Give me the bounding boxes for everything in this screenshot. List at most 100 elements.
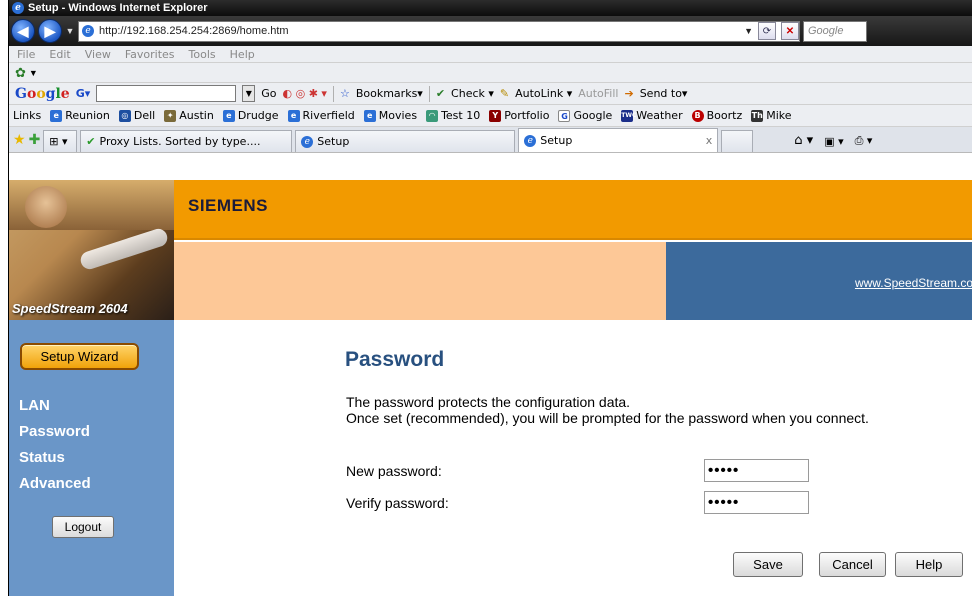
link-test10[interactable]: ◠ Test 10 (426, 109, 480, 122)
brand-name: SIEMENS (188, 196, 269, 215)
spellcheck-icon: ✔ (435, 87, 446, 100)
print-icon[interactable]: ⎙ ▾ (855, 134, 873, 148)
menu-tools[interactable]: Tools (189, 48, 216, 61)
brand-bar: SIEMENS (174, 180, 972, 240)
tab-setup-2[interactable]: e Setup x (518, 128, 719, 152)
google-search-dropdown-icon[interactable]: ▼ (242, 85, 256, 102)
links-bar: Links e Reunion ◎ Dell ✦ Austin e Drudge e Ri… (9, 105, 972, 127)
setup-wizard-button[interactable]: Setup Wizard (20, 343, 139, 370)
google-logo: Google (15, 85, 70, 102)
main-content: Password The password protects the confi… (174, 320, 972, 596)
bookmarks-button[interactable]: Bookmarks▾ (356, 87, 423, 100)
tab-ie-icon: e (524, 134, 537, 147)
ie-icon: e (12, 2, 24, 14)
product-name: SpeedStream 2604 (12, 301, 128, 316)
new-password-label: New password: (346, 463, 442, 479)
link-movies[interactable]: e Movies (363, 109, 417, 122)
check-icon: ✔ (86, 135, 96, 148)
speedstream-site-link[interactable]: www.SpeedStream.com (855, 276, 972, 290)
header-band-link-area: www.SpeedStream.com (666, 242, 972, 320)
address-url: http://192.168.254.254:2869/home.htm (99, 25, 289, 37)
menu-help[interactable]: Help (230, 48, 255, 61)
menu-favorites[interactable]: Favorites (125, 48, 175, 61)
description-line: Once set (recommended), you will be prom… (346, 410, 869, 426)
page-title: Password (345, 348, 445, 371)
sidebar-item-password[interactable]: Password (19, 423, 90, 440)
tab-setup-1[interactable]: e Setup (295, 130, 516, 152)
tabs-bar: ★ ✚ ⊞ ▾ ✔ Proxy Lists. Sorted by type...… (9, 127, 972, 153)
logo-person (25, 186, 67, 228)
toolbar-icons[interactable]: ◐ ◎ ✱ ▾ (283, 87, 327, 100)
logout-button[interactable]: Logout (52, 516, 114, 538)
link-reunion[interactable]: e Reunion (50, 109, 110, 122)
history-dropdown-icon[interactable]: ▼ (65, 26, 75, 36)
sidebar-item-status[interactable]: Status (19, 449, 65, 466)
feeds-icon[interactable]: ✿ (15, 65, 26, 81)
command-row: ✿ ▼ (9, 63, 972, 83)
google-g-icon[interactable]: G▾ (76, 87, 91, 100)
feeds-dropdown-icon[interactable]: ▼ (29, 68, 38, 78)
help-button[interactable]: Help (895, 552, 963, 577)
title-bar: e Setup - Windows Internet Explorer (9, 0, 972, 16)
add-favorite-icon[interactable]: ✚ (29, 132, 41, 148)
link-dell[interactable]: ◎ Dell (118, 109, 155, 122)
google-search-input[interactable] (96, 85, 237, 102)
page-icon: e (82, 25, 94, 37)
feed-icon[interactable]: ▣ ▾ (824, 135, 843, 148)
new-password-field[interactable]: ••••• (704, 459, 809, 482)
toolbar-separator (332, 85, 334, 102)
sidebar: Setup Wizard LAN Password Status Advance… (9, 320, 174, 596)
bookmarks-star-icon: ☆ (339, 87, 350, 100)
page-description: The password protects the configuration … (346, 394, 946, 426)
tab-ie-icon: e (301, 135, 314, 148)
quick-tabs-button[interactable]: ⊞ ▾ (43, 130, 78, 152)
back-button[interactable]: ◀ (11, 19, 35, 43)
menu-view[interactable]: View (85, 48, 111, 61)
close-tab-icon[interactable]: x (706, 134, 713, 147)
stop-icon[interactable]: ✕ (781, 22, 799, 40)
header-band (174, 242, 666, 320)
google-go-button[interactable]: Go (261, 87, 276, 100)
address-dropdown-icon[interactable]: ▼ (744, 26, 753, 36)
links-label: Links (13, 109, 42, 122)
verify-password-label: Verify password: (346, 495, 449, 511)
check-button[interactable]: Check ▾ (451, 87, 494, 100)
save-button[interactable]: Save (733, 552, 803, 577)
link-riverfield[interactable]: e Riverfield (287, 109, 355, 122)
autolink-button[interactable]: AutoLink ▾ (515, 87, 572, 100)
sendto-icon: ➔ (624, 87, 634, 100)
sidebar-item-lan[interactable]: LAN (19, 397, 50, 414)
cancel-button[interactable]: Cancel (819, 552, 886, 577)
toolbar-separator (428, 85, 430, 102)
new-tab-button[interactable] (721, 130, 754, 152)
tab-proxy-lists[interactable]: ✔ Proxy Lists. Sorted by type.... (80, 130, 293, 152)
link-mike[interactable]: Th Mike (751, 109, 792, 122)
router-page: SpeedStream 2604 SIEMENS www.SpeedStream… (9, 180, 972, 596)
verify-password-field[interactable]: ••••• (704, 491, 809, 514)
favorites-star-icon[interactable]: ★ (13, 132, 26, 148)
refresh-icon[interactable]: ⟳ (758, 22, 776, 40)
autolink-icon: ✎ (499, 87, 510, 100)
google-toolbar: Google G▾ ▼ Go ◐ ◎ ✱ ▾ ☆ Bookmarks▾ ✔ Ch… (9, 83, 972, 105)
description-line: The password protects the configuration … (346, 394, 631, 410)
window-title: Setup - Windows Internet Explorer (28, 2, 208, 14)
forward-button[interactable]: ▶ (38, 19, 62, 43)
speedstream-logo: SpeedStream 2604 (9, 180, 174, 320)
link-drudge[interactable]: e Drudge (222, 109, 279, 122)
link-weather[interactable]: TWC Weather (621, 109, 683, 122)
menu-file[interactable]: File (17, 48, 35, 61)
menu-bar: File Edit View Favorites Tools Help (9, 46, 972, 63)
home-icon[interactable]: ⌂ ▾ (794, 133, 813, 148)
link-portfolio[interactable]: Y Portfolio (489, 109, 549, 122)
browser-window: e Setup - Windows Internet Explorer ◀ ▶ … (8, 0, 972, 596)
address-row: ◀ ▶ ▼ e http://192.168.254.254:2869/home… (9, 16, 972, 46)
sidebar-item-advanced[interactable]: Advanced (19, 475, 91, 492)
autofill-button[interactable]: AutoFill (578, 87, 618, 100)
address-bar[interactable]: e http://192.168.254.254:2869/home.htm ▼… (78, 20, 800, 42)
link-boortz[interactable]: B Boortz (691, 109, 742, 122)
link-austin[interactable]: ✦ Austin (164, 109, 214, 122)
menu-edit[interactable]: Edit (49, 48, 70, 61)
link-google[interactable]: G Google (558, 109, 612, 122)
search-input[interactable]: Google (803, 20, 867, 42)
sendto-button[interactable]: Send to▾ (640, 87, 688, 100)
